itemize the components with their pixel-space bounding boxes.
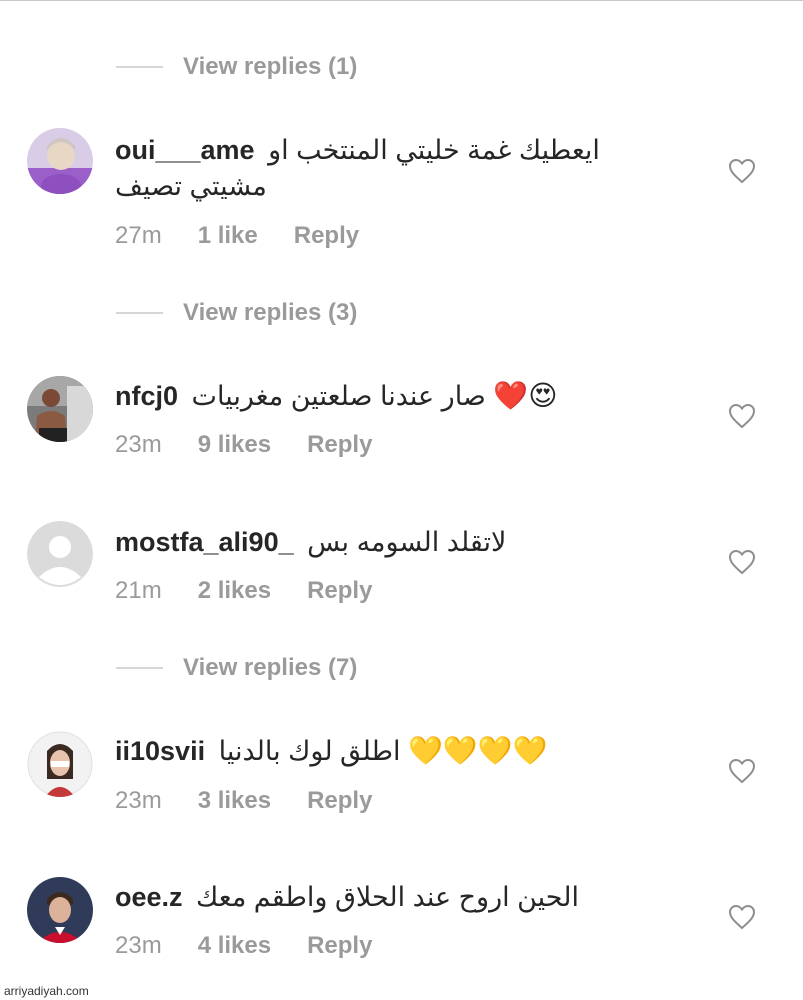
comment-time: 23m [115,431,162,458]
watermark: arriyadiyah.com [4,984,89,998]
view-replies-label: View replies (7) [183,654,358,681]
comment-likes[interactable]: 1 like [198,222,258,250]
heart-outline-icon[interactable] [728,549,756,575]
comment-meta: 23m 4 likes Reply [115,932,372,960]
comment-username[interactable]: ii10svii [115,736,205,766]
reply-button[interactable]: Reply [307,577,372,605]
comment-likes[interactable]: 2 likes [198,577,271,605]
reply-button[interactable]: Reply [307,932,372,960]
comment-meta: 27m 1 like Reply [115,222,359,250]
replies-dash [116,667,163,669]
comment-username[interactable]: nfcj0 [115,381,178,411]
comment-username[interactable]: mostfa_ali90_ [115,527,294,557]
heart-outline-icon[interactable] [728,158,756,184]
comment-time: 21m [115,577,162,604]
comment-meta: 23m 9 likes Reply [115,431,372,459]
avatar[interactable] [27,731,93,797]
reply-button[interactable]: Reply [307,431,372,459]
reply-button[interactable]: Reply [307,787,372,815]
default-avatar-icon[interactable] [27,521,93,587]
comment-body: اطلق لوك بالدنيا [218,736,401,766]
reply-button[interactable]: Reply [294,222,359,250]
view-replies-label: View replies (3) [183,299,358,326]
comment-body: صار عندنا صلعتين مغربيات [191,381,486,411]
comment-time: 27m [115,222,162,249]
comment-text: oui___ame ايعطيك غمة خليتي المنتخب او مش… [115,132,675,204]
replies-dash [116,66,163,68]
comment-emoji: 💛💛💛💛 [408,734,548,767]
avatar[interactable] [27,877,93,943]
comment-username[interactable]: oui___ame [115,135,255,165]
avatar[interactable] [27,128,93,194]
comment-meta: 23m 3 likes Reply [115,787,372,815]
top-divider [0,0,803,1]
view-replies-button[interactable]: View replies (3) [116,293,357,333]
avatar[interactable] [27,376,93,442]
comment-emoji: ❤️😍 [493,379,558,412]
heart-outline-icon[interactable] [728,758,756,784]
replies-dash [116,312,163,314]
view-replies-button[interactable]: View replies (1) [116,47,357,87]
comment-likes[interactable]: 3 likes [198,787,271,815]
comment-likes[interactable]: 9 likes [198,431,271,459]
comment-text: ii10svii اطلق لوك بالدنيا 💛💛💛💛 [115,733,675,769]
comment-body: لاتقلد السومه بس [307,527,507,557]
heart-outline-icon[interactable] [728,403,756,429]
comment-likes[interactable]: 4 likes [198,932,271,960]
comment-time: 23m [115,787,162,814]
comment-time: 23m [115,932,162,959]
view-replies-label: View replies (1) [183,53,358,80]
comment-username[interactable]: oee.z [115,882,183,912]
heart-outline-icon[interactable] [728,904,756,930]
comment-meta: 21m 2 likes Reply [115,577,372,605]
comment-text: oee.z الحين اروح عند الحلاق واطقم معك [115,879,675,915]
comment-body: الحين اروح عند الحلاق واطقم معك [196,882,579,912]
comment-text: nfcj0 صار عندنا صلعتين مغربيات ❤️😍 [115,378,675,414]
comment-text: mostfa_ali90_ لاتقلد السومه بس [115,524,675,560]
view-replies-button[interactable]: View replies (7) [116,648,357,688]
